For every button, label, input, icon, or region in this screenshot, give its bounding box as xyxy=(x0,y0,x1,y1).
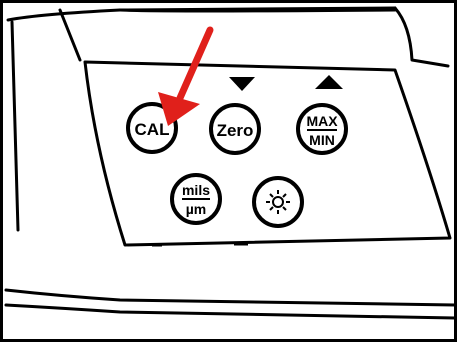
um-label: µm xyxy=(186,201,207,217)
device-illustration: CAL Zero MAX MIN mils µm xyxy=(0,0,457,342)
triangle-up-icon xyxy=(315,75,343,89)
min-label: MIN xyxy=(309,132,335,148)
units-button[interactable]: mils µm xyxy=(170,173,222,225)
triangle-down-icon xyxy=(229,77,255,91)
mils-label: mils xyxy=(182,182,210,198)
red-arrow-icon xyxy=(158,26,214,126)
cal-button-label: CAL xyxy=(135,120,170,139)
light-button[interactable] xyxy=(252,176,304,228)
zero-button-label: Zero xyxy=(217,121,254,140)
max-min-button[interactable]: MAX MIN xyxy=(296,75,348,155)
device-body xyxy=(4,6,457,320)
max-label: MAX xyxy=(306,113,338,129)
zero-button[interactable]: Zero xyxy=(209,77,261,155)
image-frame xyxy=(0,0,457,342)
